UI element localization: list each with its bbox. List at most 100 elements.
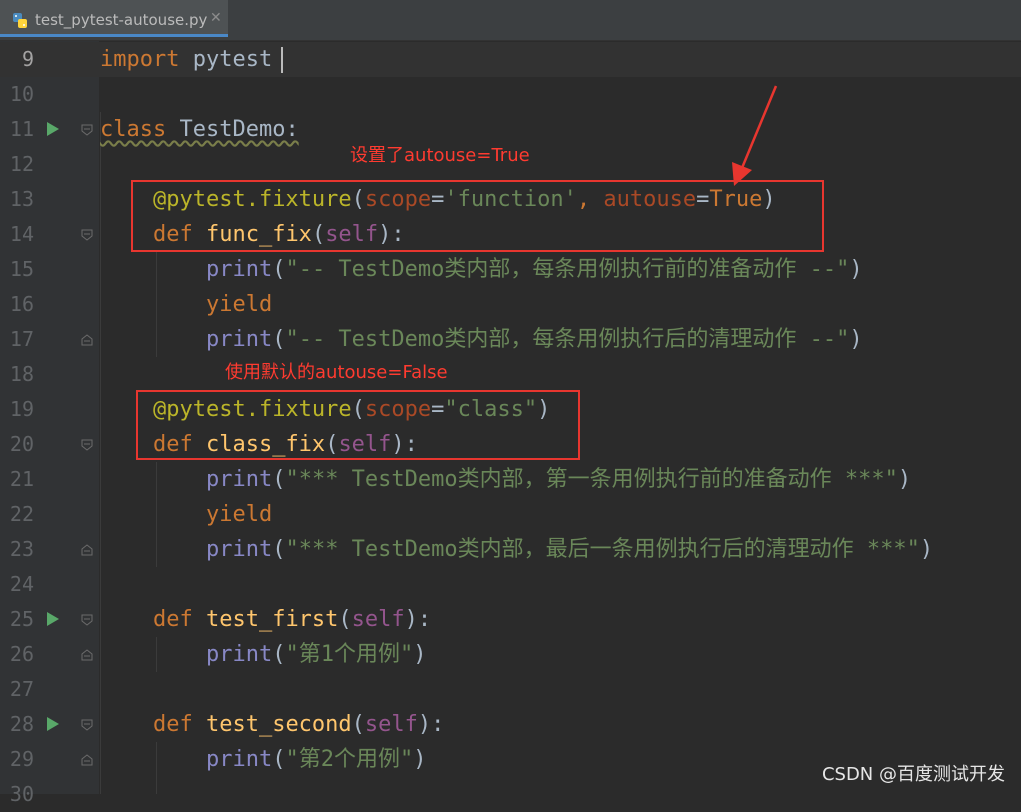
code-text: print("*** TestDemo类内部，第一条用例执行前的准备动作 ***… — [100, 462, 911, 497]
line-number: 27 — [9, 677, 34, 701]
code-token: yield — [205, 502, 273, 527]
code-token: ) — [413, 747, 427, 772]
code-line[interactable]: 28 def test_second(self): — [0, 707, 1021, 742]
close-tab-icon[interactable]: ✕ — [210, 10, 222, 26]
code-token: print — [205, 327, 273, 352]
line-number: 10 — [9, 82, 34, 106]
code-token: ( — [272, 747, 286, 772]
code-token: ) — [897, 467, 912, 492]
code-token: def — [152, 712, 206, 737]
code-token: yield — [205, 292, 273, 317]
active-tab-indicator — [0, 34, 228, 37]
code-token: print — [205, 642, 273, 667]
code-token: import — [100, 47, 180, 72]
line-number: 16 — [9, 292, 34, 316]
code-token: "*** TestDemo类内部，最后一条用例执行后的清理动作 ***" — [285, 537, 920, 562]
code-text: class TestDemo: — [100, 112, 299, 147]
code-token: print — [205, 257, 273, 282]
line-number: 19 — [9, 397, 34, 421]
code-line[interactable]: 9 import pytest — [0, 42, 1021, 77]
line-number: 9 — [21, 47, 34, 71]
line-number: 23 — [9, 537, 34, 561]
line-number: 18 — [9, 362, 34, 386]
line-number: 26 — [9, 642, 34, 666]
code-line[interactable]: 15 print("-- TestDemo类内部，每条用例执行前的准备动作 --… — [0, 252, 1021, 287]
line-number: 25 — [9, 607, 34, 631]
code-line[interactable]: 24 — [0, 567, 1021, 602]
code-text: print("第1个用例") — [100, 637, 426, 672]
code-token: print — [205, 747, 273, 772]
code-line[interactable]: 25 def test_first(self): — [0, 602, 1021, 637]
code-token: ( — [351, 712, 365, 737]
code-token: print — [205, 467, 273, 492]
code-token: ( — [272, 327, 286, 352]
fold-marker-icon[interactable] — [81, 614, 93, 626]
fold-marker-icon[interactable] — [81, 649, 93, 661]
code-token: class — [100, 117, 167, 142]
code-token: self — [351, 607, 405, 632]
code-token: def — [152, 607, 206, 632]
fold-marker-icon[interactable] — [81, 229, 93, 241]
fold-marker-icon[interactable] — [81, 754, 93, 766]
code-token: ( — [272, 642, 286, 667]
fold-marker-icon[interactable] — [81, 334, 93, 346]
code-text: print("*** TestDemo类内部，最后一条用例执行后的清理动作 **… — [100, 532, 933, 567]
code-text: import pytest — [100, 42, 272, 77]
code-line[interactable]: 16 yield — [0, 287, 1021, 322]
line-number: 21 — [9, 467, 34, 491]
code-text: yield — [100, 287, 272, 322]
fold-marker-icon[interactable] — [81, 439, 93, 451]
code-token: ) — [849, 257, 863, 282]
run-test-icon[interactable] — [47, 612, 59, 626]
line-number: 24 — [9, 572, 34, 596]
line-number: 15 — [9, 257, 34, 281]
line-number: 29 — [9, 747, 34, 771]
run-test-icon[interactable] — [47, 717, 59, 731]
annotation-note-autouse-true: 设置了autouse=True — [350, 145, 530, 166]
watermark: CSDN @百度测试开发 — [821, 764, 1005, 785]
code-token: TestDemo: — [166, 117, 299, 142]
code-line[interactable]: 10 — [0, 77, 1021, 112]
code-token: "第1个用例" — [285, 642, 414, 667]
code-token: "-- TestDemo类内部，每条用例执行后的清理动作 --" — [285, 327, 850, 352]
code-text: yield — [100, 497, 272, 532]
file-tab[interactable]: test_pytest-autouse.py ✕ — [0, 0, 228, 37]
annotation-box-default-autouse — [136, 390, 580, 460]
code-token: pytest — [179, 47, 273, 72]
code-line[interactable]: 21 print("*** TestDemo类内部，第一条用例执行前的准备动作 … — [0, 462, 1021, 497]
line-number: 17 — [9, 327, 34, 351]
code-text: print("-- TestDemo类内部，每条用例执行后的清理动作 --") — [100, 322, 863, 357]
code-token: "第2个用例" — [285, 747, 414, 772]
code-token: ( — [272, 537, 286, 562]
code-token: ( — [338, 607, 352, 632]
fold-marker-icon[interactable] — [81, 719, 93, 731]
fold-marker-icon[interactable] — [81, 124, 93, 136]
code-line[interactable]: 17 print("-- TestDemo类内部，每条用例执行后的清理动作 --… — [0, 322, 1021, 357]
line-number: 13 — [9, 187, 34, 211]
code-token: self — [364, 712, 418, 737]
fold-marker-icon[interactable] — [81, 544, 93, 556]
code-token: "-- TestDemo类内部，每条用例执行前的准备动作 --" — [285, 257, 850, 282]
code-token: ( — [272, 257, 286, 282]
code-line[interactable]: 22 yield — [0, 497, 1021, 532]
code-token: ) — [919, 537, 934, 562]
code-line[interactable]: 26 print("第1个用例") — [0, 637, 1021, 672]
line-number: 28 — [9, 712, 34, 736]
code-token: ): — [404, 607, 432, 632]
line-number: 14 — [9, 222, 34, 246]
code-line[interactable]: 27 — [0, 672, 1021, 707]
code-text: def test_first(self): — [100, 602, 431, 637]
code-line[interactable]: 23 print("*** TestDemo类内部，最后一条用例执行后的清理动作… — [0, 532, 1021, 567]
run-test-icon[interactable] — [47, 122, 59, 136]
line-number: 12 — [9, 152, 34, 176]
text-caret — [281, 47, 283, 73]
code-token: ) — [849, 327, 863, 352]
code-line[interactable]: 18 — [0, 357, 1021, 392]
